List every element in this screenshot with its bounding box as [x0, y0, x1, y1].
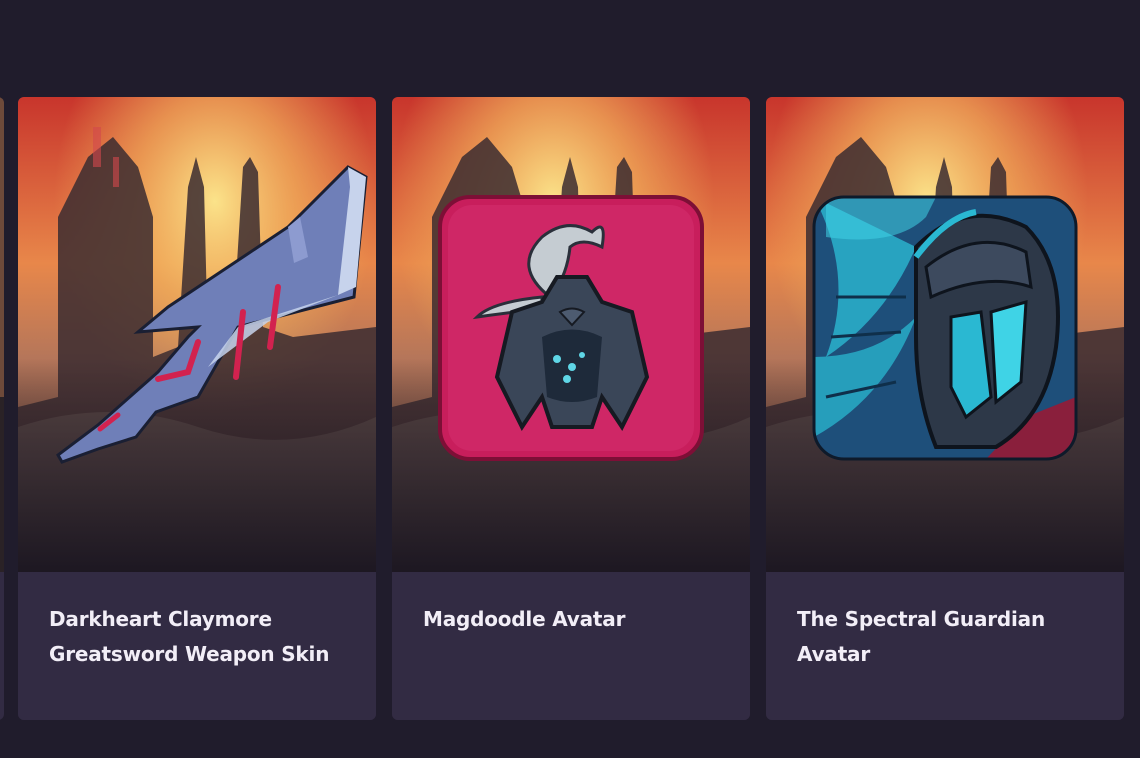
- reward-card-image: [766, 97, 1124, 572]
- reward-card-footer: The Spectral Guardian Avatar: [766, 572, 1124, 720]
- greatsword-icon: [56, 165, 368, 464]
- reward-card-image: [18, 97, 376, 572]
- spectral-guardian-avatar-icon: [812, 195, 1078, 461]
- reward-card-spectral-guardian-avatar[interactable]: The Spectral Guardian Avatar: [766, 97, 1124, 720]
- reward-card-footer: Darkheart Claymore Greatsword Weapon Ski…: [18, 572, 376, 720]
- reward-card-darkheart-claymore[interactable]: Darkheart Claymore Greatsword Weapon Ski…: [18, 97, 376, 720]
- reward-card-image: [392, 97, 750, 572]
- magdoodle-avatar-icon: [438, 195, 704, 461]
- card-background-image: [0, 97, 4, 572]
- previous-reward-card-edge[interactable]: [0, 97, 4, 720]
- rewards-grid: Darkheart Claymore Greatsword Weapon Ski…: [0, 0, 1140, 758]
- reward-card-footer: Magdoodle Avatar: [392, 572, 750, 720]
- reward-title: Darkheart Claymore Greatsword Weapon Ski…: [49, 607, 330, 666]
- reward-title: Magdoodle Avatar: [423, 607, 626, 631]
- reward-title: The Spectral Guardian Avatar: [797, 607, 1046, 666]
- reward-card-magdoodle-avatar[interactable]: Magdoodle Avatar: [392, 97, 750, 720]
